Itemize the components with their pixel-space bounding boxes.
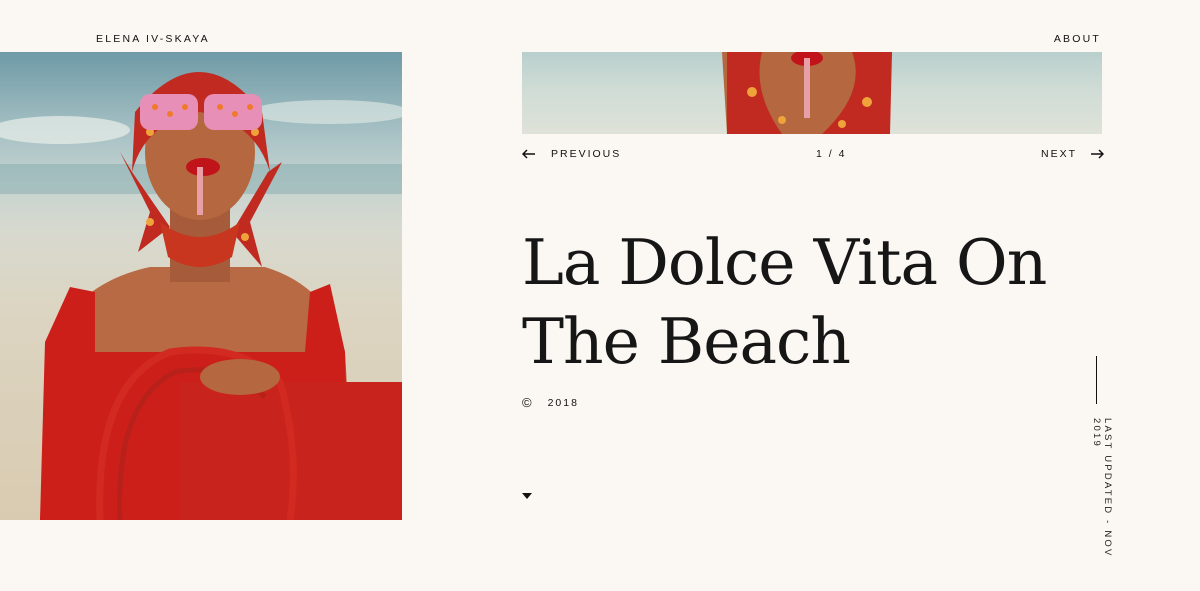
title-line-1: La Dolce Vita On: [522, 226, 1047, 299]
gallery-thumbnail: [522, 52, 1102, 134]
next-label: NEXT: [1041, 148, 1078, 160]
copyright-year: © 2018: [522, 395, 579, 410]
arrow-right-icon: [1091, 149, 1105, 159]
previous-label: PREVIOUS: [551, 148, 622, 160]
last-updated-label: LAST UPDATED - NOV 2019: [1091, 418, 1113, 558]
hero-photo: [0, 52, 402, 520]
copyright-icon: ©: [522, 395, 534, 410]
brand-logo[interactable]: ELENA IV-SKAYA: [96, 33, 210, 45]
arrow-left-icon: [522, 149, 535, 159]
previous-button[interactable]: PREVIOUS: [522, 148, 621, 160]
year-label: 2018: [547, 396, 579, 409]
slide-counter: 1 / 4: [816, 148, 847, 160]
next-button[interactable]: NEXT: [1041, 148, 1105, 160]
page-title: La Dolce Vita On The Beach: [522, 223, 1062, 381]
about-link[interactable]: ABOUT: [1054, 33, 1101, 45]
divider-line: [1096, 356, 1097, 404]
title-line-2: The Beach: [522, 305, 851, 378]
caret-down-icon[interactable]: [522, 486, 532, 504]
